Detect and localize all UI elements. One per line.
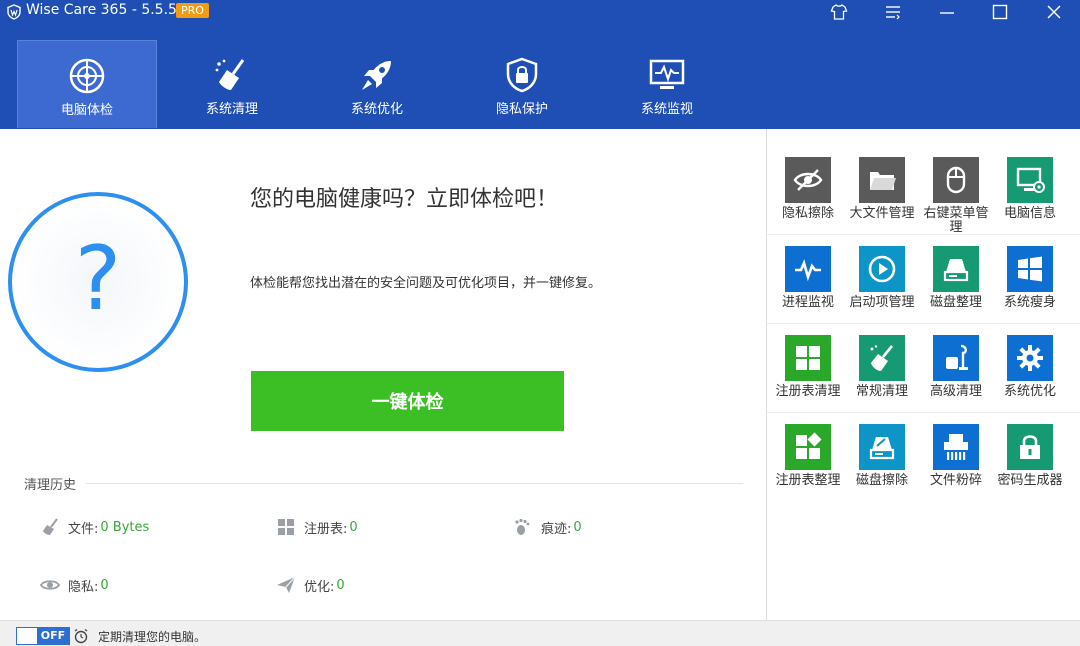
minimize-button[interactable]	[936, 2, 958, 22]
header: Wise Care 365 - 5.5.5 PRO 电脑体检 系统清理 系统优化…	[0, 0, 1080, 129]
history-divider	[86, 483, 743, 484]
mouse-icon	[946, 166, 966, 194]
tab-label: 系统优化	[350, 102, 403, 117]
history-item-privacy: 隐私: 0	[40, 575, 109, 595]
question-mark-icon: ?	[74, 227, 122, 330]
tool-advanced-clean[interactable]: 高级清理	[919, 335, 993, 399]
tool-password-generator[interactable]: 密码生成器	[993, 424, 1067, 488]
disk-eraser-icon	[869, 437, 895, 460]
toggle-state: OFF	[37, 628, 69, 644]
menu-icon	[886, 6, 900, 20]
tool-disk-eraser[interactable]: 磁盘擦除	[845, 424, 919, 488]
broom-icon	[870, 345, 894, 371]
row-divider	[767, 323, 1080, 324]
registry-icon	[278, 519, 294, 535]
rocket-icon	[362, 61, 391, 90]
privacy-eraser-icon	[793, 169, 823, 191]
tool-disk-defrag[interactable]: 磁盘整理	[919, 246, 993, 310]
registry-value: 0	[349, 519, 358, 535]
scheduled-clean-toggle[interactable]: OFF	[16, 627, 70, 645]
footprint-icon	[515, 518, 530, 535]
main-nav: 电脑体检 系统清理 系统优化 隐私保护 系统监视	[0, 40, 760, 129]
menu-button[interactable]	[882, 2, 904, 22]
broom-icon	[215, 59, 245, 90]
monitor-icon	[649, 59, 685, 89]
disk-defrag-icon	[943, 259, 969, 282]
play-icon	[868, 255, 896, 283]
skin-button[interactable]	[828, 2, 850, 22]
tool-registry-clean[interactable]: 注册表清理	[771, 335, 845, 399]
tool-context-menu-manager[interactable]: 右键菜单管理	[919, 157, 993, 235]
tab-system-clean[interactable]: 系统清理	[162, 40, 302, 128]
tab-health-check[interactable]: 电脑体检	[17, 40, 157, 128]
windows-icon	[1018, 256, 1042, 282]
history-item-traces: 痕迹: 0	[513, 517, 582, 537]
tab-system-optimize[interactable]: 系统优化	[307, 40, 447, 128]
close-icon	[1047, 5, 1061, 19]
headline: 您的电脑健康吗？立即体检吧！	[250, 187, 559, 212]
title-bar: Wise Care 365 - 5.5.5 PRO	[0, 0, 1080, 26]
health-check-icon	[69, 58, 105, 94]
registry-clean-icon	[796, 346, 820, 370]
shield-lock-icon	[506, 57, 538, 93]
tool-system-optimize[interactable]: 系统优化	[993, 335, 1067, 399]
optimize-value: 0	[336, 577, 345, 593]
minimize-icon	[940, 12, 954, 14]
health-check-panel: ? 您的电脑健康吗？立即体检吧！ 体检能帮您找出潜在的安全问题及可优化项目，并一…	[0, 129, 766, 620]
app-title: Wise Care 365 - 5.5.5	[26, 2, 177, 18]
eye-icon	[40, 580, 60, 590]
tool-file-shredder[interactable]: 文件粉碎	[919, 424, 993, 488]
pro-badge: PRO	[176, 3, 209, 18]
traces-value: 0	[573, 519, 582, 535]
row-divider	[767, 412, 1080, 413]
shredder-icon	[944, 434, 968, 460]
folder-icon	[870, 172, 896, 190]
tool-process-monitor[interactable]: 进程监视	[771, 246, 845, 310]
description-text: 体检能帮您找出潜在的安全问题及可优化项目，并一键修复。	[250, 276, 602, 291]
process-monitor-icon	[795, 259, 821, 282]
tool-startup-manager[interactable]: 启动项管理	[845, 246, 919, 310]
maximize-icon	[992, 4, 1008, 20]
tool-registry-defrag[interactable]: 注册表整理	[771, 424, 845, 488]
alarm-clock-icon	[74, 628, 88, 644]
history-item-optimize: 优化: 0	[276, 575, 345, 595]
history-item-registry: 注册表: 0	[276, 517, 358, 537]
gear-icon	[1017, 345, 1043, 371]
history-item-files: 文件: 0 Bytes	[40, 517, 149, 537]
tab-system-monitor[interactable]: 系统监视	[597, 40, 737, 128]
close-button[interactable]	[1043, 2, 1065, 22]
tab-privacy-protect[interactable]: 隐私保护	[452, 40, 592, 128]
app-logo-icon	[7, 4, 21, 20]
toggle-knob	[17, 628, 37, 644]
maximize-button[interactable]	[989, 2, 1011, 22]
tools-sidebar: 隐私擦除 大文件管理 右键菜单管理 电脑信息 进程监视 启动项管理 磁盘整理 系…	[766, 129, 1080, 620]
history-title: 清理历史	[24, 478, 77, 493]
vacuum-icon	[946, 344, 968, 370]
one-click-check-button[interactable]: 一键体检	[251, 371, 564, 431]
health-status-circle: ?	[8, 192, 188, 372]
tool-regular-clean[interactable]: 常规清理	[845, 335, 919, 399]
broom-icon	[43, 518, 58, 535]
tool-large-file-manager[interactable]: 大文件管理	[845, 157, 919, 221]
computer-info-icon	[1016, 167, 1045, 193]
tool-computer-info[interactable]: 电脑信息	[993, 157, 1067, 221]
tool-privacy-eraser[interactable]: 隐私擦除	[771, 157, 845, 221]
tab-label: 系统监视	[640, 102, 693, 117]
tab-label: 电脑体检	[60, 103, 113, 118]
footer: OFF 定期清理您的电脑。	[0, 620, 1080, 646]
privacy-value: 0	[100, 577, 109, 593]
tab-label: 隐私保护	[495, 102, 548, 117]
tab-label: 系统清理	[205, 102, 258, 117]
registry-defrag-icon	[796, 432, 822, 459]
padlock-icon	[1020, 435, 1040, 459]
skin-icon	[830, 4, 848, 20]
scheduled-clean-label: 定期清理您的电脑。	[98, 630, 207, 644]
tool-system-slimming[interactable]: 系统瘦身	[993, 246, 1067, 310]
paper-plane-icon	[277, 576, 296, 593]
files-value: 0 Bytes	[100, 519, 150, 535]
